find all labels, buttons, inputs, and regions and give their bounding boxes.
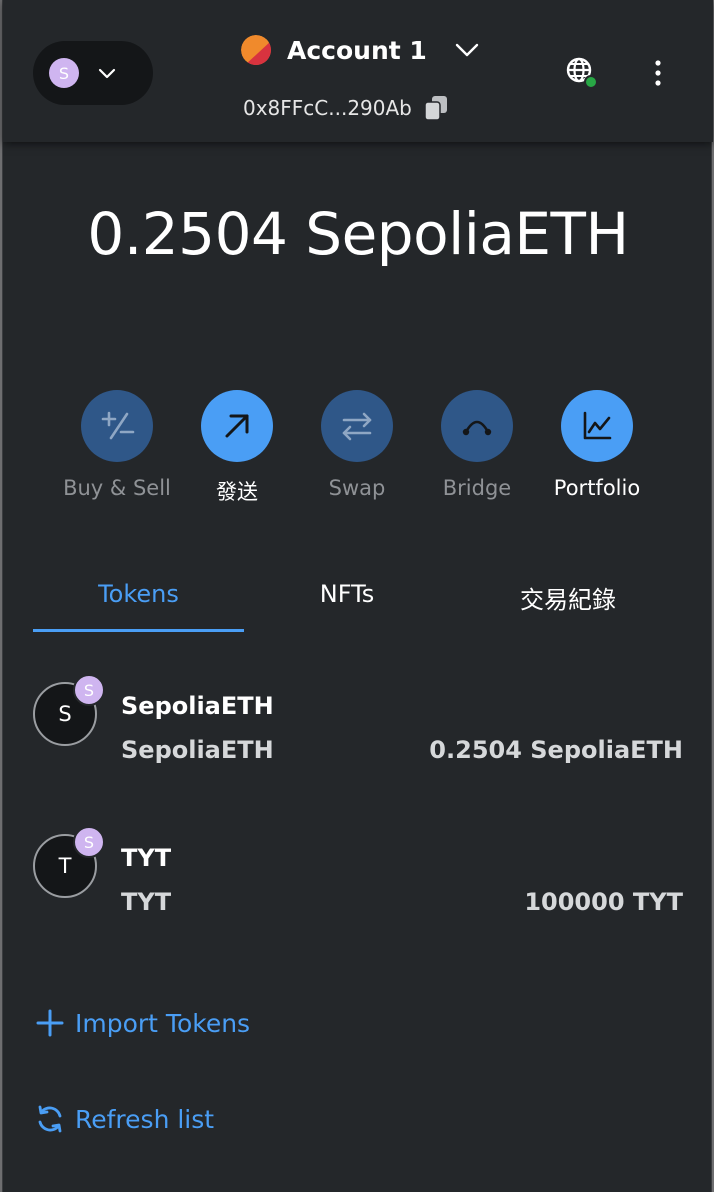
buy-sell-button[interactable]: Buy & Sell <box>57 390 177 500</box>
network-picker-button[interactable]: S <box>33 41 153 105</box>
connected-sites-globe-icon[interactable] <box>563 54 599 90</box>
copy-icon <box>424 96 447 121</box>
tab-tokens-label: Tokens <box>98 580 179 608</box>
bridge-icon <box>441 390 513 462</box>
account-picker-button[interactable]: Account 1 <box>241 30 481 70</box>
wallet-popup: S Account 1 0x8FFcC...290Ab 0.2504 Sepol… <box>2 0 713 1192</box>
swap-label: Swap <box>328 476 386 500</box>
bridge-button[interactable]: Bridge <box>417 390 537 500</box>
refresh-list-link[interactable]: Refresh list <box>35 1104 214 1134</box>
portfolio-button[interactable]: Portfolio <box>537 390 657 500</box>
portfolio-chart-icon <box>561 390 633 462</box>
token-name: SepoliaETH <box>121 692 274 720</box>
account-identicon <box>241 35 271 65</box>
token-symbol: TYT <box>121 888 172 916</box>
tab-nfts[interactable]: NFTs <box>244 570 450 632</box>
swap-button[interactable]: Swap <box>297 390 417 500</box>
account-name: Account 1 <box>287 35 427 65</box>
tab-tokens[interactable]: Tokens <box>33 570 244 632</box>
token-row[interactable]: S S SepoliaETH SepoliaETH 0.2504 Sepolia… <box>33 674 683 782</box>
chevron-down-icon <box>455 43 479 57</box>
token-row[interactable]: T S TYT TYT 100000 TYT <box>33 826 683 934</box>
portfolio-label: Portfolio <box>553 476 641 500</box>
asset-tabs: Tokens NFTs 交易紀錄 <box>33 570 683 632</box>
send-button[interactable]: 發送 <box>177 390 297 506</box>
app-header: S Account 1 0x8FFcC...290Ab <box>3 0 713 142</box>
active-tab-underline <box>33 629 244 632</box>
account-address: 0x8FFcC...290Ab <box>243 96 412 120</box>
import-tokens-label: Import Tokens <box>75 1008 251 1038</box>
action-bar: Buy & Sell 發送 Swap Bridge Portfolio <box>57 390 667 520</box>
buy-sell-label: Buy & Sell <box>63 476 171 500</box>
token-symbol: SepoliaETH <box>121 736 274 764</box>
bridge-label: Bridge <box>442 476 512 500</box>
buy-sell-icon <box>81 390 153 462</box>
kebab-menu-icon[interactable] <box>643 56 673 90</box>
network-avatar: S <box>49 58 79 88</box>
token-amount: 0.2504 SepoliaETH <box>429 736 683 764</box>
network-badge: S <box>73 826 105 858</box>
refresh-icon <box>38 1105 62 1133</box>
send-arrow-icon <box>201 390 273 462</box>
send-label: 發送 <box>216 480 258 504</box>
tab-activity-label: 交易紀錄 <box>520 586 616 614</box>
token-amount: 100000 TYT <box>524 888 683 916</box>
chevron-down-icon <box>98 68 116 79</box>
token-name: TYT <box>121 844 172 872</box>
balance-display: 0.2504 SepoliaETH <box>87 200 629 268</box>
refresh-list-label: Refresh list <box>75 1104 215 1134</box>
tab-activity[interactable]: 交易紀錄 <box>463 570 673 632</box>
swap-icon <box>321 390 393 462</box>
network-badge: S <box>73 674 105 706</box>
tab-nfts-label: NFTs <box>319 580 375 608</box>
copy-address-button[interactable]: 0x8FFcC...290Ab <box>243 90 448 126</box>
plus-icon <box>36 1009 64 1037</box>
import-tokens-link[interactable]: Import Tokens <box>35 1008 250 1038</box>
